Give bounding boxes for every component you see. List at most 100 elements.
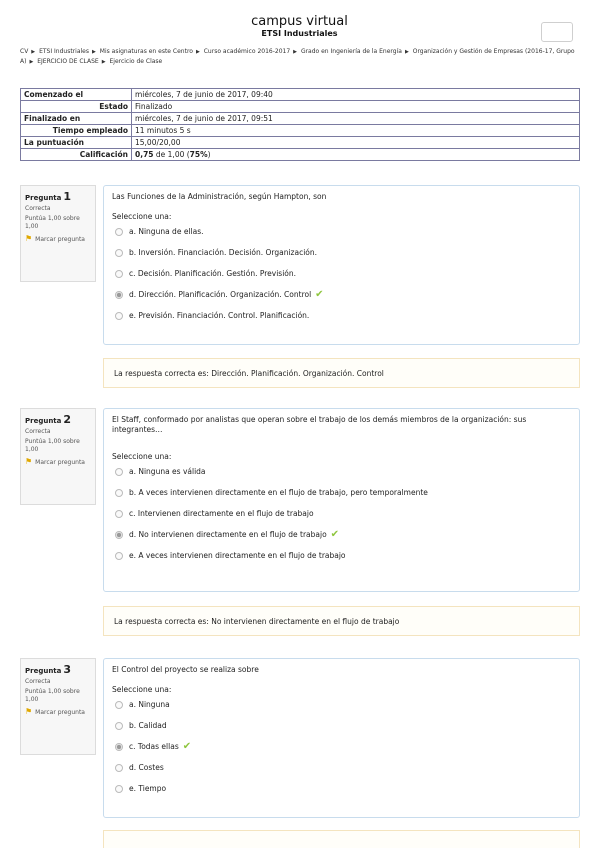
option-label: c. Todas ellas	[129, 742, 179, 751]
question-number: Pregunta 1	[25, 190, 91, 203]
question-label: Pregunta	[25, 417, 62, 425]
question-info: Pregunta 2 Correcta Puntúa 1,00 sobre 1,0…	[20, 408, 96, 505]
breadcrumb-item[interactable]: ETSI Industriales	[39, 48, 89, 55]
question-content: El Staff, conformado por analistas que o…	[103, 408, 580, 592]
breadcrumb-item[interactable]: Mis asignaturas en este Centro	[100, 48, 193, 55]
summary-row-finished: Finalizado en miércoles, 7 de junio de 2…	[20, 112, 580, 125]
answer-option[interactable]: b. Calidad	[112, 715, 571, 736]
answer-option[interactable]: d. Costes	[112, 757, 571, 778]
breadcrumb-item[interactable]: Curso académico 2016-2017	[204, 48, 290, 55]
triangle-right-icon: ▶	[31, 49, 36, 55]
answer-option[interactable]: d. No intervienen directamente en el flu…	[112, 524, 571, 545]
flag-label: Marcar pregunta	[35, 459, 85, 466]
answer-option[interactable]: a. Ninguna	[112, 694, 571, 715]
radio-button-selected[interactable]	[115, 742, 123, 751]
check-icon: ✔	[182, 741, 192, 752]
breadcrumb-item[interactable]: Ejercicio de Clase	[109, 58, 162, 65]
grade-rest: de 1,00 (	[153, 150, 190, 159]
radio-button[interactable]	[115, 700, 123, 709]
answer-prompt: Seleccione una:	[112, 452, 172, 461]
radio-button[interactable]	[115, 551, 123, 560]
question-state: Correcta	[25, 678, 51, 685]
radio-button[interactable]	[115, 509, 123, 518]
flag-question-link[interactable]: ⚑ Marcar pregunta	[25, 458, 91, 467]
flag-icon: ⚑	[25, 234, 33, 243]
flag-icon: ⚑	[25, 457, 33, 466]
summary-row-state: Estado Finalizado	[20, 100, 580, 113]
radio-button[interactable]	[115, 248, 123, 257]
feedback-box-partial	[103, 830, 580, 848]
question-grade: Puntúa 1,00 sobre 1,00	[25, 688, 80, 703]
answer-prompt: Seleccione una:	[112, 212, 172, 221]
correct-answer-feedback: La respuesta correcta es: No intervienen…	[103, 606, 580, 636]
answer-option[interactable]: c. Intervienen directamente en el flujo …	[112, 503, 571, 524]
option-label: a. Ninguna	[129, 700, 170, 709]
radio-button-selected[interactable]	[115, 290, 123, 299]
option-label: c. Intervienen directamente en el flujo …	[129, 509, 314, 518]
radio-button[interactable]	[115, 467, 123, 476]
question-state: Correcta	[25, 205, 51, 212]
question-number: Pregunta 2	[25, 413, 91, 426]
answer-option[interactable]: a. Ninguna de ellas.	[112, 221, 571, 242]
flag-icon: ⚑	[25, 707, 33, 716]
question-content: Las Funciones de la Administración, segú…	[103, 185, 580, 345]
radio-button-selected[interactable]	[115, 530, 123, 539]
summary-value: 11 minutos 5 s	[131, 124, 580, 137]
attempt-summary-table: Comenzado el miércoles, 7 de junio de 20…	[20, 88, 580, 161]
radio-button[interactable]	[115, 227, 123, 236]
question-state: Correcta	[25, 428, 51, 435]
radio-button[interactable]	[115, 784, 123, 793]
check-icon: ✔	[330, 529, 340, 540]
answer-option[interactable]: d. Dirección. Planificación. Organizació…	[112, 284, 571, 305]
answer-option[interactable]: e. Tiempo	[112, 778, 571, 799]
question-number: Pregunta 3	[25, 663, 91, 676]
breadcrumb-item[interactable]: EJERCICIO DE CLASE	[37, 58, 98, 65]
breadcrumb-item[interactable]: Grado en Ingeniería de la Energía	[301, 48, 402, 55]
option-label: b. Inversión. Financiación. Decisión. Or…	[129, 248, 318, 257]
summary-value: 0,75 de 1,00 (75%)	[131, 148, 580, 161]
summary-label: Finalizado en	[20, 112, 132, 125]
answer-option[interactable]: c. Todas ellas ✔	[112, 736, 571, 757]
radio-button[interactable]	[115, 488, 123, 497]
question-number-value: 1	[63, 190, 72, 203]
answer-option[interactable]: b. A veces intervienen directamente en e…	[112, 482, 571, 503]
grade-value: 0,75	[135, 150, 154, 159]
radio-button[interactable]	[115, 763, 123, 772]
question-info: Pregunta 1 Correcta Puntúa 1,00 sobre 1,0…	[20, 185, 96, 282]
answer-option[interactable]: e. Previsión. Financiación. Control. Pla…	[112, 305, 571, 326]
answer-option[interactable]: c. Decisión. Planificación. Gestión. Pre…	[112, 263, 571, 284]
flag-question-link[interactable]: ⚑ Marcar pregunta	[25, 235, 91, 244]
option-label: a. Ninguna es válida	[129, 467, 206, 476]
site-subtitle: ETSI Industriales	[261, 29, 338, 38]
answer-option[interactable]: b. Inversión. Financiación. Decisión. Or…	[112, 242, 571, 263]
question-text: El Control del proyecto se realiza sobre	[112, 665, 259, 674]
radio-button[interactable]	[115, 269, 123, 278]
option-label: b. Calidad	[129, 721, 167, 730]
summary-value: miércoles, 7 de junio de 2017, 09:51	[131, 112, 580, 125]
radio-button[interactable]	[115, 311, 123, 320]
option-label: e. Previsión. Financiación. Control. Pla…	[129, 311, 310, 320]
summary-value: miércoles, 7 de junio de 2017, 09:40	[131, 88, 580, 101]
user-menu-button[interactable]	[541, 22, 573, 42]
flag-question-link[interactable]: ⚑ Marcar pregunta	[25, 708, 91, 717]
breadcrumb: CV ▶ ETSI Industriales ▶ Mis asignaturas e…	[20, 47, 580, 67]
option-label: e. A veces intervienen directamente en e…	[129, 551, 346, 560]
summary-label: Calificación	[20, 148, 132, 161]
correct-answer-feedback: La respuesta correcta es: Dirección. Pla…	[103, 358, 580, 388]
radio-button[interactable]	[115, 721, 123, 730]
question-text: El Staff, conformado por analistas que o…	[112, 415, 527, 434]
grade-close: )	[207, 150, 211, 159]
triangle-right-icon: ▶	[91, 49, 96, 55]
answer-prompt: Seleccione una:	[112, 685, 172, 694]
summary-label: Comenzado el	[20, 88, 132, 101]
answer-option[interactable]: a. Ninguna es válida	[112, 461, 571, 482]
answer-option[interactable]: e. A veces intervienen directamente en e…	[112, 545, 571, 566]
site-title[interactable]: campus virtual	[0, 14, 599, 29]
summary-row-time: Tiempo empleado 11 minutos 5 s	[20, 124, 580, 137]
summary-row-grade: Calificación 0,75 de 1,00 (75%)	[20, 148, 580, 161]
flag-label: Marcar pregunta	[35, 236, 85, 243]
breadcrumb-item[interactable]: CV	[20, 48, 28, 55]
triangle-right-icon: ▶	[101, 59, 106, 65]
summary-value: Finalizado	[131, 100, 580, 113]
flag-label: Marcar pregunta	[35, 709, 85, 716]
